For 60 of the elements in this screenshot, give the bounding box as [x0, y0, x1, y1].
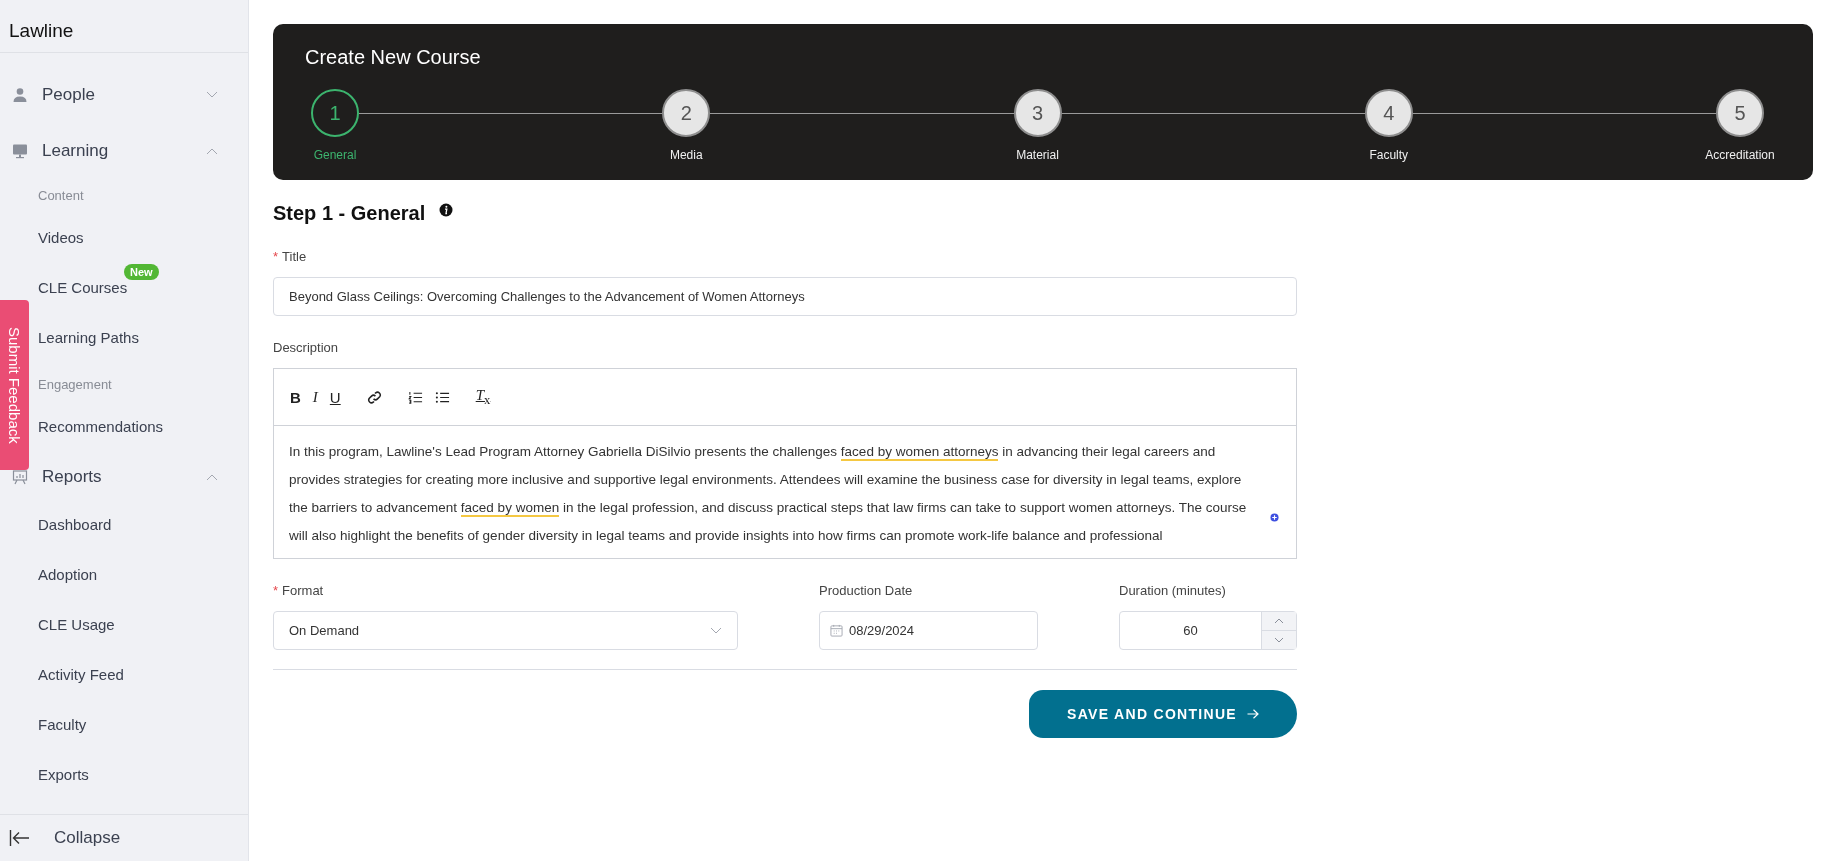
description-text[interactable]: In this program, Lawline's Lead Program Attorney Gabriella DiSilvio presents the challenges faced by women attorneys in advancing their legal careers and provides strategies for creating more inclusive and supportive legal environments. Attendees will examine the business case for diversity in legal teams, explore the barriers to advancement faced by women in the legal profession, and discuss practical steps that law firms can take to support women attorneys. The course will also highlight the benefits of gender diversity in legal teams and provide insights into how firms can promote work-life balance and professional [289, 438, 1250, 550]
calendar-icon [830, 624, 843, 637]
nav-item[interactable]: Adoption [38, 566, 98, 584]
field-label: Format [282, 583, 324, 598]
step-circle[interactable]: 2 [662, 89, 711, 137]
nav-item[interactable]: Faculty [38, 716, 87, 734]
step-circle[interactable]: 5 [1716, 89, 1764, 137]
step-circle[interactable]: 1 [311, 89, 359, 137]
new-badge: New [124, 263, 159, 280]
title-field[interactable]: Beyond Glass Ceilings: Overcoming Challenges to the Advancement of Women Attorneys [273, 277, 1297, 316]
required-mark: * [273, 583, 279, 598]
chevron-up-icon [206, 146, 218, 155]
chevron-down-icon [206, 90, 218, 99]
field-label: Production Date [819, 583, 913, 598]
save-and-continue-button[interactable]: SAVE AND CONTINUE [1029, 690, 1297, 738]
feedback-tab[interactable]: Submit Feedback [0, 300, 29, 470]
chevron-up-icon [206, 472, 218, 481]
step-label: Accreditation [1705, 148, 1775, 162]
underline-button[interactable]: U [329, 388, 341, 406]
italic-button[interactable]: I [312, 388, 318, 406]
field-label: Description [273, 340, 339, 355]
nav-item[interactable]: Videos [38, 229, 84, 247]
field-label: Duration (minutes) [1119, 583, 1226, 598]
presentation-icon [12, 468, 28, 485]
add-circle-icon[interactable] [1270, 513, 1279, 522]
link-icon[interactable] [366, 389, 382, 405]
page-title: Create New Course [305, 46, 482, 69]
person-icon [12, 86, 28, 103]
info-icon [439, 202, 454, 217]
required-mark: * [273, 249, 279, 264]
arrow-right-icon [1247, 709, 1259, 719]
chevron-down-icon [710, 626, 722, 635]
nav-item[interactable]: Dashboard [38, 516, 112, 534]
step-label: Media [669, 148, 703, 162]
nav-item[interactable]: Recommendations [38, 418, 164, 436]
clear-format-button[interactable]: T$_{x}$ [475, 386, 491, 408]
nav-group[interactable]: People [12, 83, 218, 106]
step-circle[interactable]: 4 [1364, 89, 1413, 137]
bold-button[interactable]: B [290, 388, 301, 406]
collapse-arrow-icon [9, 828, 31, 847]
nav-item[interactable]: CLE Usage [38, 616, 115, 634]
nav-item[interactable]: Activity Feed [38, 666, 124, 684]
date-field[interactable]: 08/29/2024 [819, 611, 1038, 650]
format-select[interactable]: On Demand [273, 611, 738, 650]
nav-item[interactable]: CLE Courses [38, 279, 128, 297]
step-label: Faculty [1369, 148, 1409, 162]
field-label: Title [282, 249, 307, 264]
monitor-icon [12, 142, 28, 159]
numbered-list-icon[interactable] [407, 389, 423, 405]
nav-item[interactable]: Learning Paths [38, 329, 139, 347]
step-label: General [313, 148, 357, 162]
collapse-button[interactable]: Collapse [0, 813, 248, 861]
step-label: Material [1016, 148, 1059, 162]
nav-section-heading: Content [37, 187, 85, 205]
nav-group[interactable]: Learning [12, 139, 218, 162]
brand-name: Lawline [0, 0, 248, 53]
bullet-list-icon[interactable] [434, 389, 450, 405]
nav-item[interactable]: Exports [38, 766, 89, 784]
step-heading: Step 1 - General [273, 202, 426, 225]
step-circle[interactable]: 3 [1013, 89, 1062, 137]
